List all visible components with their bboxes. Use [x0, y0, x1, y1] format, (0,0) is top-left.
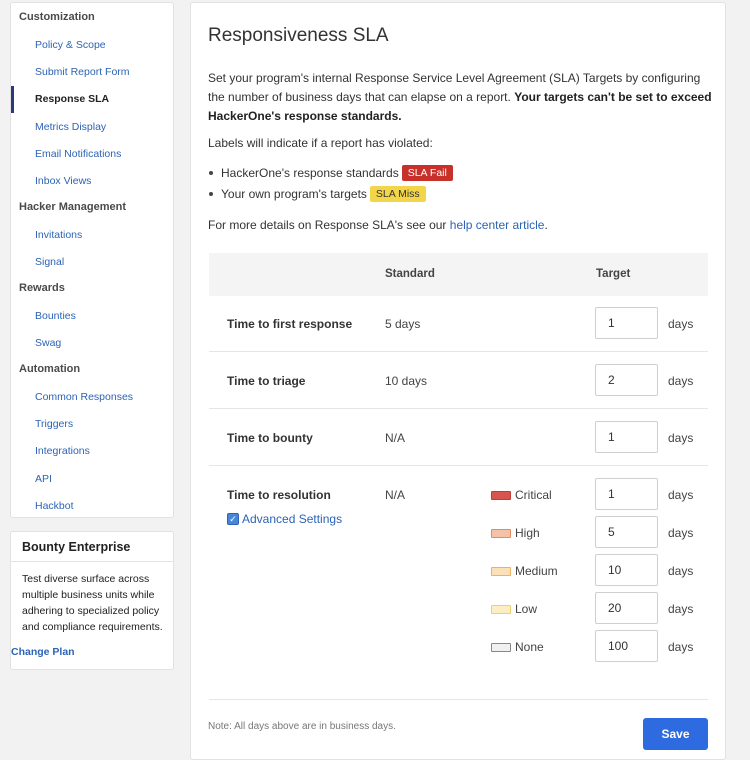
days-label: days	[668, 488, 694, 502]
settings-sidebar: Customization Policy & Scope Submit Repo…	[10, 2, 174, 518]
severity-label: Medium	[515, 564, 558, 578]
bullet-dot	[209, 171, 213, 175]
sidebar-item-triggers[interactable]: Triggers	[11, 411, 173, 438]
days-label: days	[668, 526, 694, 540]
sidebar-item-bounties[interactable]: Bounties	[11, 303, 173, 330]
days-label: days	[668, 374, 694, 388]
sidebar-item-api[interactable]: API	[11, 466, 173, 493]
severity-low-icon	[491, 604, 511, 614]
medium-target-input[interactable]: 10	[595, 554, 658, 586]
sidebar-item-inbox-views[interactable]: Inbox Views	[11, 168, 173, 195]
column-standard: Standard	[385, 268, 435, 280]
row-label: Time to triage	[227, 374, 306, 388]
none-target-input[interactable]: 100	[595, 630, 658, 662]
severity-none: None	[491, 640, 544, 654]
row-label: Time to resolution	[227, 488, 331, 502]
severity-medium: Medium	[491, 564, 558, 578]
main-panel: Responsiveness SLA Set your program's in…	[190, 2, 726, 760]
table-row: Time to first response 5 days 1 days	[209, 296, 708, 352]
bullet-standards-text: HackerOne's response standards	[221, 166, 399, 180]
column-target: Target	[596, 268, 631, 280]
sla-table-header: Standard Target	[209, 253, 708, 296]
severity-high-icon	[491, 528, 511, 538]
days-label: days	[668, 564, 694, 578]
sidebar-item-metrics-display[interactable]: Metrics Display	[11, 114, 173, 141]
bullet-standards: HackerOne's response standards SLA Fail	[209, 165, 453, 181]
severity-label: Low	[515, 602, 538, 616]
severity-label: High	[515, 526, 540, 540]
details-suffix: .	[544, 218, 548, 232]
severity-label: Critical	[515, 488, 552, 502]
sidebar-item-integrations[interactable]: Integrations	[11, 438, 173, 465]
critical-target-input[interactable]: 1	[595, 478, 658, 510]
sidebar-item-submit-report-form[interactable]: Submit Report Form	[11, 59, 173, 86]
page-title: Responsiveness SLA	[208, 25, 389, 46]
section-hacker-management: Hacker Management	[19, 201, 126, 213]
business-days-note: Note: All days above are in business day…	[208, 721, 396, 732]
footer-divider	[209, 699, 708, 700]
table-row: Time to triage 10 days 2 days	[209, 352, 708, 409]
severity-critical-icon	[491, 490, 511, 500]
severity-high: High	[491, 526, 540, 540]
days-label: days	[668, 640, 694, 654]
days-label: days	[668, 317, 694, 331]
sidebar-item-policy-scope[interactable]: Policy & Scope	[11, 32, 173, 59]
row-standard: 5 days	[385, 317, 421, 331]
sidebar-item-invitations[interactable]: Invitations	[11, 222, 173, 249]
section-rewards: Rewards	[19, 282, 65, 294]
advanced-settings-toggle[interactable]: ✓ Advanced Settings	[227, 512, 342, 526]
intro-paragraph: Set your program's internal Response Ser…	[208, 69, 713, 126]
details-line: For more details on Response SLA's see o…	[208, 218, 548, 232]
sla-miss-badge: SLA Miss	[369, 186, 426, 202]
days-label: days	[668, 431, 694, 445]
bullet-targets-text: Your own program's targets	[221, 187, 367, 201]
severity-low: Low	[491, 602, 537, 616]
first-response-target-input[interactable]: 1	[595, 307, 658, 339]
sidebar-item-swag[interactable]: Swag	[11, 330, 173, 357]
sidebar-item-response-sla[interactable]: Response SLA	[11, 86, 173, 113]
labels-line: Labels will indicate if a report has vio…	[208, 136, 433, 150]
high-target-input[interactable]: 5	[595, 516, 658, 548]
promo-title: Bounty Enterprise	[11, 532, 173, 562]
bullet-targets: Your own program's targets SLA Miss	[209, 186, 426, 202]
help-center-link[interactable]: help center article	[450, 218, 545, 232]
row-label: Time to bounty	[227, 431, 313, 445]
sidebar-item-signal[interactable]: Signal	[11, 249, 173, 276]
severity-label: None	[515, 640, 544, 654]
low-target-input[interactable]: 20	[595, 592, 658, 624]
table-row: Time to bounty N/A 1 days	[209, 409, 708, 466]
checkbox-checked-icon[interactable]: ✓	[227, 513, 239, 525]
sla-fail-badge: SLA Fail	[401, 165, 453, 181]
section-customization: Customization	[19, 11, 95, 23]
section-automation: Automation	[19, 363, 81, 375]
advanced-settings-label: Advanced Settings	[242, 512, 343, 526]
promo-description: Test diverse surface across multiple bus…	[22, 573, 163, 633]
severity-medium-icon	[491, 566, 511, 576]
bullet-dot	[209, 192, 213, 196]
bounty-target-input[interactable]: 1	[595, 421, 658, 453]
row-standard: 10 days	[385, 374, 428, 388]
row-standard: N/A	[385, 488, 406, 502]
sidebar-item-common-responses[interactable]: Common Responses	[11, 384, 173, 411]
days-label: days	[668, 602, 694, 616]
severity-critical: Critical	[491, 488, 552, 502]
details-prefix: For more details on Response SLA's see o…	[208, 218, 447, 232]
triage-target-input[interactable]: 2	[595, 364, 658, 396]
row-label: Time to first response	[227, 317, 353, 331]
sidebar-item-email-notifications[interactable]: Email Notifications	[11, 141, 173, 168]
row-standard: N/A	[385, 431, 406, 445]
sidebar-item-hackbot[interactable]: Hackbot	[11, 493, 173, 520]
change-plan-link[interactable]: Change Plan	[11, 646, 75, 658]
severity-none-icon	[491, 642, 511, 652]
save-button[interactable]: Save	[643, 718, 708, 750]
